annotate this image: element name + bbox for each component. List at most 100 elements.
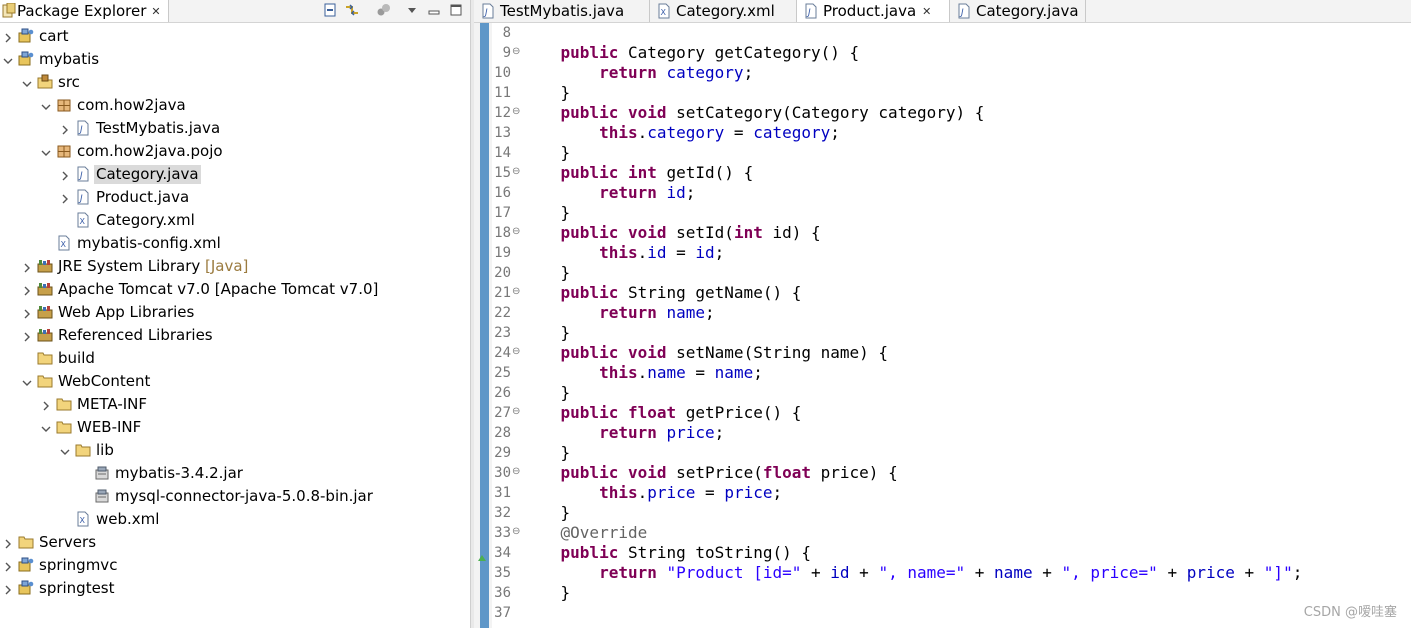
code-text: return id; — [599, 183, 696, 202]
tree-item[interactable]: J Category.java — [0, 163, 470, 186]
tree-item[interactable]: src — [0, 71, 470, 94]
code-text: } — [522, 583, 571, 602]
close-icon[interactable]: ✕ — [151, 5, 160, 18]
tree-item[interactable]: mybatis-3.4.2.jar — [0, 462, 470, 485]
chevron-down-icon[interactable] — [41, 99, 51, 111]
fold-toggle-icon[interactable]: ⊖ — [512, 407, 522, 417]
code-line: 36 } — [492, 583, 1411, 603]
chevron-right-icon[interactable] — [3, 30, 13, 43]
tree-item[interactable]: Xweb.xml — [0, 508, 470, 531]
tree-item[interactable]: mysql-connector-java-5.0.8-bin.jar — [0, 485, 470, 508]
tree-item[interactable]: J TestMybatis.java — [0, 117, 470, 140]
tree-item[interactable]: WebContent — [0, 370, 470, 393]
tree-item[interactable]: springmvc — [0, 554, 470, 577]
tree-item[interactable]: springtest — [0, 577, 470, 600]
tree-item[interactable]: com.how2java.pojo — [0, 140, 470, 163]
fold-toggle-icon[interactable]: ⊖ — [512, 227, 522, 237]
watermark: CSDN @嗳哇塞 — [1303, 605, 1397, 620]
chevron-right-icon[interactable] — [22, 260, 32, 273]
code-area[interactable]: 8 9 ⊖ public Category getCategory() {10 re… — [478, 23, 1411, 628]
editor-tab[interactable]: J TestMybatis.java — [474, 0, 650, 22]
code-text: public float getPrice() { — [560, 403, 802, 422]
code-text: } — [522, 143, 571, 162]
line-number: 31 — [494, 485, 511, 501]
chevron-right-icon[interactable] — [3, 559, 13, 572]
chevron-right-icon[interactable] — [60, 168, 70, 181]
chevron-right-icon[interactable] — [60, 191, 70, 204]
chevron-right-icon[interactable] — [3, 536, 13, 549]
chevron-right-icon[interactable] — [22, 329, 32, 342]
tree-item[interactable]: Referenced Libraries — [0, 324, 470, 347]
tree-item[interactable]: Xmybatis-config.xml — [0, 232, 470, 255]
maximize-icon[interactable] — [448, 2, 464, 18]
line-number: 21 — [494, 285, 511, 301]
code-line: 21 ⊖ public String getName() { — [492, 283, 1411, 303]
tree-item-text: Web App Libraries — [58, 303, 195, 321]
tree-item[interactable]: WEB-INF — [0, 416, 470, 439]
editor-tab[interactable]: X Category.xml — [650, 0, 797, 22]
folder-icon — [37, 373, 53, 389]
fold-toggle-icon[interactable]: ⊖ — [512, 527, 522, 537]
code-text: return name; — [599, 303, 715, 322]
tree-item[interactable]: com.how2java — [0, 94, 470, 117]
view-menu-icon[interactable] — [404, 2, 420, 18]
close-icon[interactable]: ✕ — [922, 5, 931, 18]
code-text: public String toString() { — [560, 543, 811, 562]
tree-item[interactable]: Apache Tomcat v7.0 [Apache Tomcat v7.0] — [0, 278, 470, 301]
minimize-icon[interactable] — [426, 2, 442, 18]
tree-item[interactable]: build — [0, 347, 470, 370]
editor-tab[interactable]: J Product.java ✕ — [797, 0, 950, 22]
tree-item[interactable]: J Product.java — [0, 186, 470, 209]
chevron-right-icon[interactable] — [60, 122, 70, 135]
line-number: 8 — [502, 25, 511, 41]
tree-item-text: WebContent — [58, 372, 151, 390]
code-text: public void setPrice(float price) { — [560, 463, 898, 482]
chevron-down-icon[interactable] — [41, 145, 51, 157]
chevron-down-icon[interactable] — [22, 76, 32, 88]
line-number: 9 — [502, 45, 511, 61]
tree-item[interactable]: META-INF — [0, 393, 470, 416]
code-line: 32 } — [492, 503, 1411, 523]
chevron-down-icon[interactable] — [3, 53, 13, 65]
code-line: 24 ⊖ public void setName(String name) { — [492, 343, 1411, 363]
chevron-down-icon[interactable] — [22, 375, 32, 387]
code-text: public Category getCategory() { — [560, 43, 860, 62]
tree-item[interactable]: lib — [0, 439, 470, 462]
tree-item[interactable]: Servers — [0, 531, 470, 554]
collapse-all-icon[interactable] — [322, 2, 338, 18]
fold-toggle-icon[interactable]: ⊖ — [512, 467, 522, 477]
override-marker-icon — [478, 548, 486, 561]
fold-toggle-icon[interactable]: ⊖ — [512, 287, 522, 297]
fold-toggle-icon[interactable]: ⊖ — [512, 167, 522, 177]
tree-item[interactable]: mybatis — [0, 48, 470, 71]
tree-item[interactable]: JRE System Library [Java] — [0, 255, 470, 278]
editor-tab-label: Category.java — [976, 2, 1079, 20]
tree-item[interactable]: X Category.xml — [0, 209, 470, 232]
line-number: 37 — [494, 605, 511, 621]
fold-toggle-icon[interactable]: ⊖ — [512, 47, 522, 57]
code-line: 19 this.id = id; — [492, 243, 1411, 263]
line-number: 24 — [494, 345, 511, 361]
package-icon — [56, 97, 72, 113]
code-line: 35 return "Product [id=" + id + ", name=… — [492, 563, 1411, 583]
code-line: 34 public String toString() { — [478, 543, 1411, 563]
xml-file-icon: X — [75, 511, 91, 527]
tree-item-text: src — [58, 73, 80, 91]
chevron-down-icon[interactable] — [41, 421, 51, 433]
chevron-right-icon[interactable] — [22, 306, 32, 319]
tree-item-label: Apache Tomcat v7.0 [Apache Tomcat v7.0] — [56, 280, 380, 299]
link-with-editor-icon[interactable] — [344, 2, 360, 18]
chevron-right-icon[interactable] — [3, 582, 13, 595]
tab-package-explorer[interactable]: Package Explorer ✕ — [0, 0, 169, 22]
chevron-down-icon[interactable] — [60, 444, 70, 456]
focus-on-active-task-icon[interactable] — [376, 2, 392, 18]
tree-item[interactable]: cart — [0, 25, 470, 48]
fold-toggle-icon[interactable]: ⊖ — [512, 107, 522, 117]
chevron-right-icon[interactable] — [41, 398, 51, 411]
fold-toggle-icon[interactable]: ⊖ — [512, 347, 522, 357]
editor-tab[interactable]: J Category.java — [950, 0, 1086, 22]
tree-item-label: WebContent — [56, 372, 152, 391]
project-icon — [18, 51, 34, 67]
tree-item[interactable]: Web App Libraries — [0, 301, 470, 324]
chevron-right-icon[interactable] — [22, 283, 32, 296]
